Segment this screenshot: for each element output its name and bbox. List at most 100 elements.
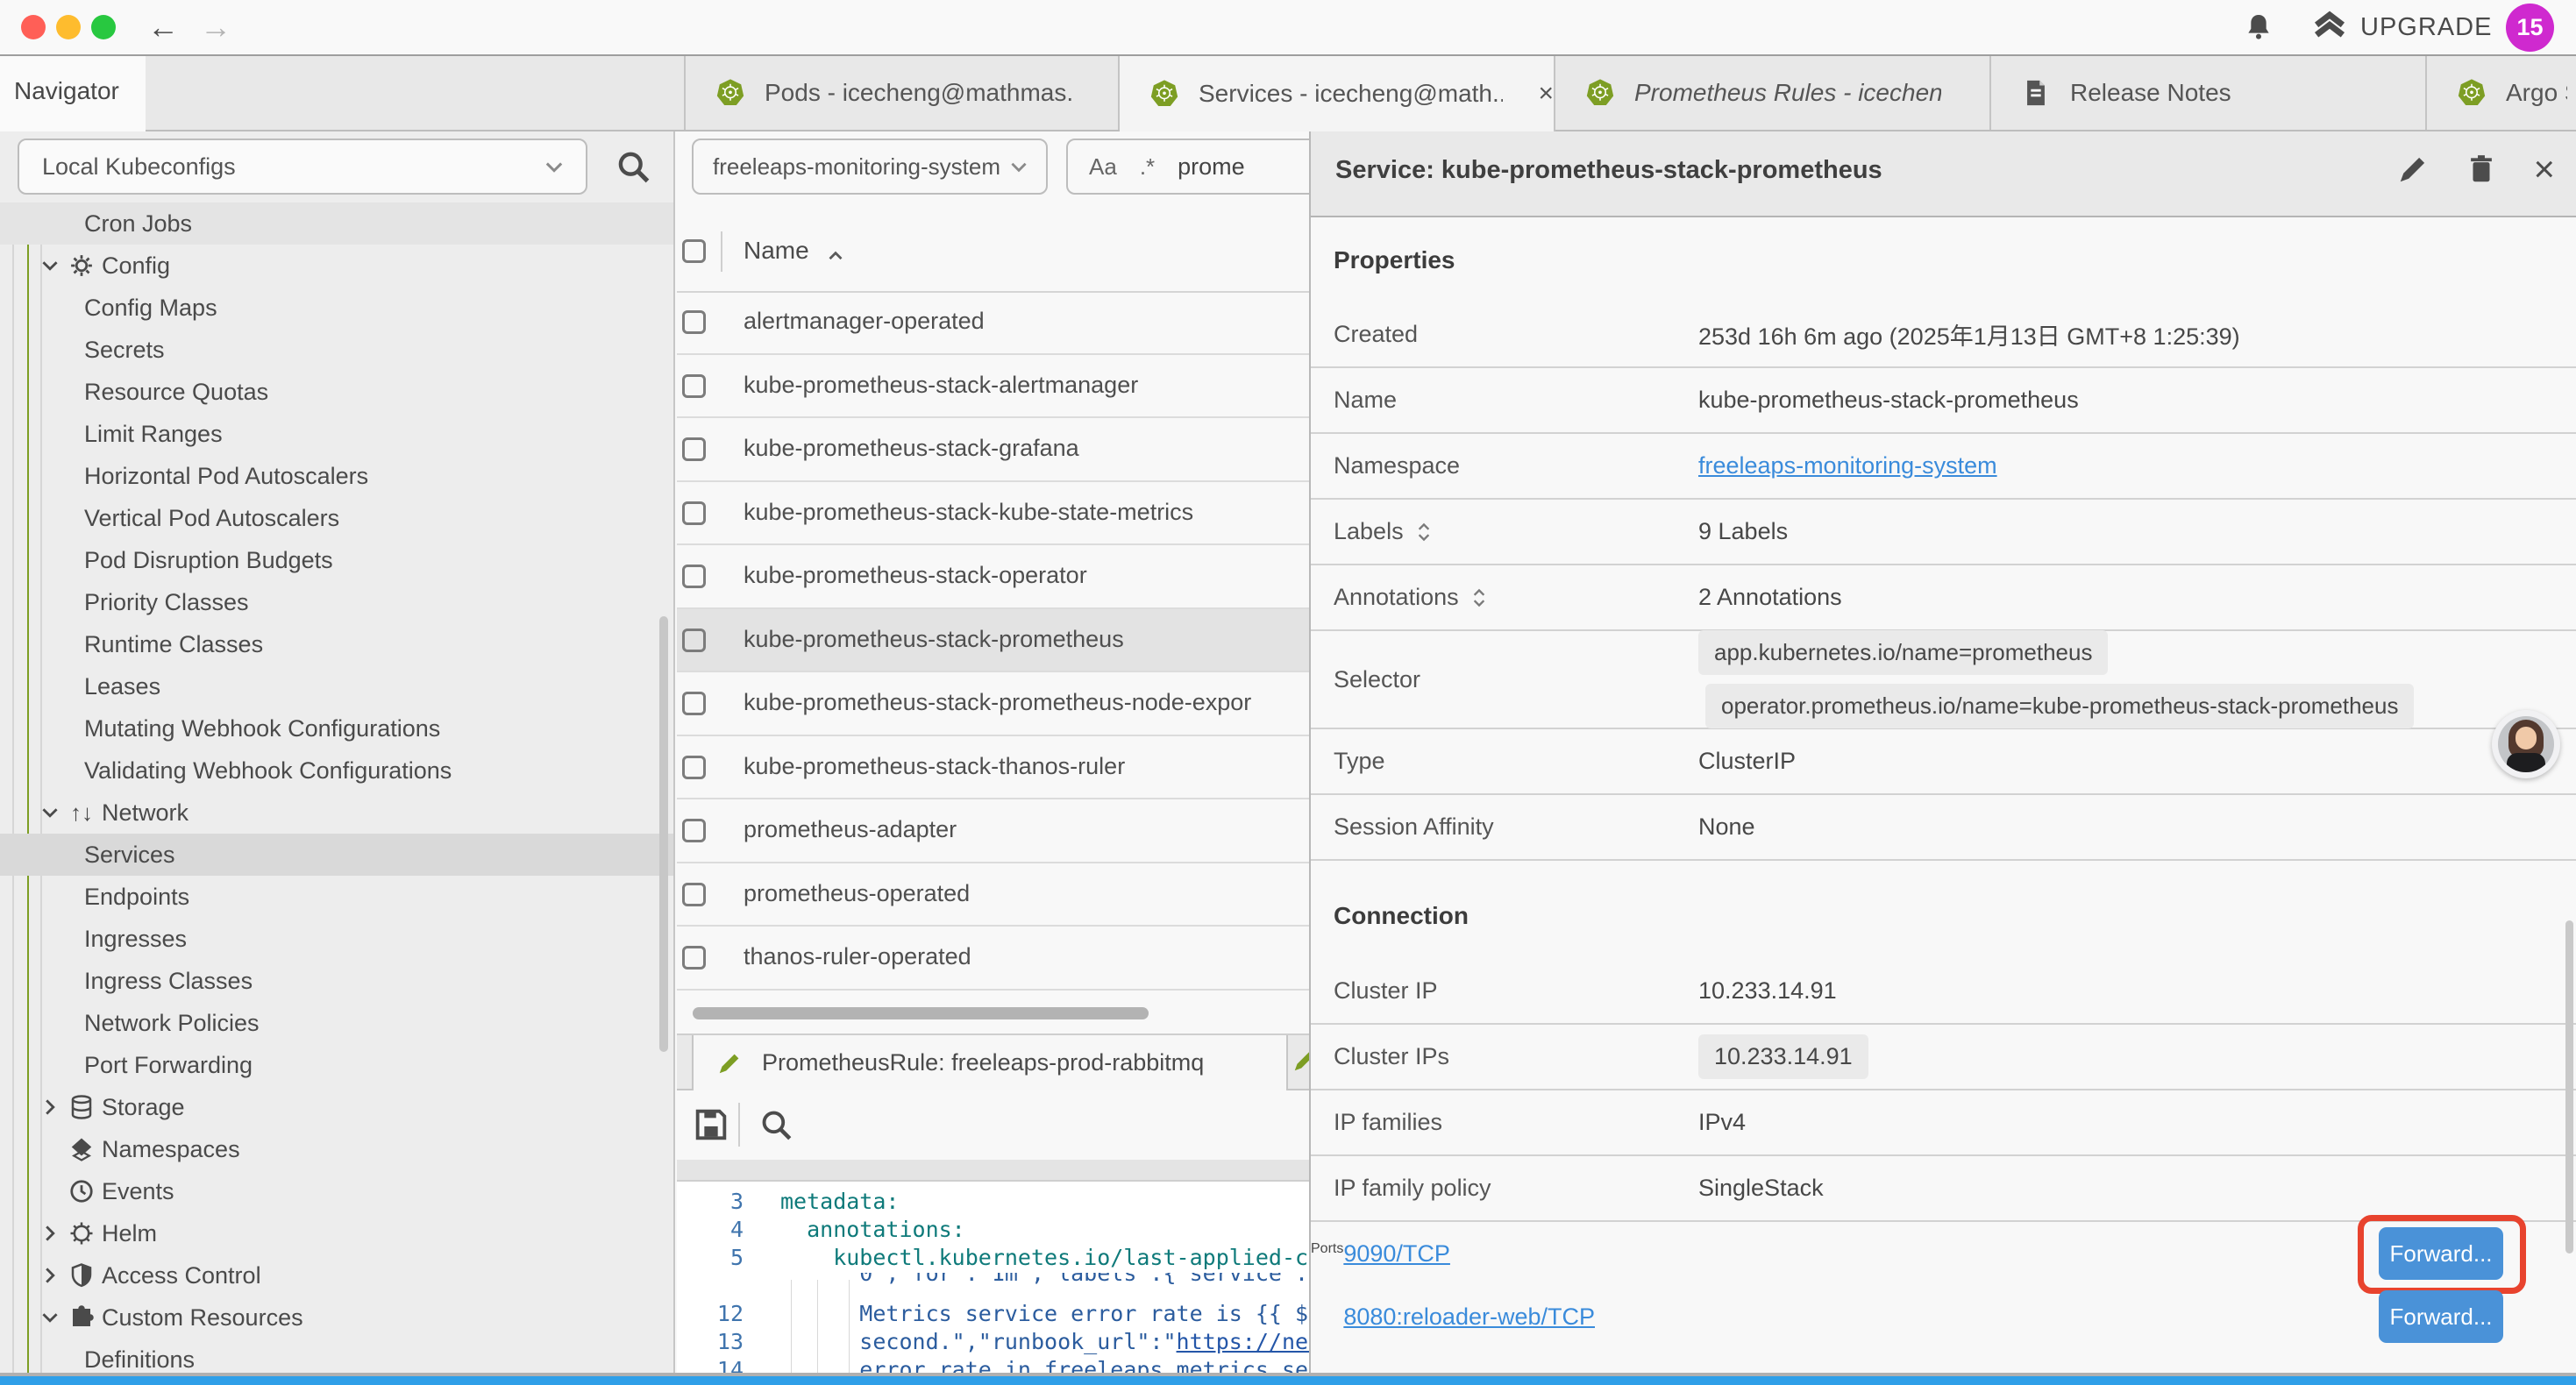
detail-value-namespace[interactable]: freeleaps-monitoring-system	[1698, 452, 1997, 479]
table-row-thanos-ruler-operated[interactable]: thanos-ruler-operated	[677, 927, 1309, 991]
maximize-window-button[interactable]	[91, 15, 116, 39]
sidebar-item-access-control[interactable]: Access Control	[0, 1254, 673, 1296]
sidebar-scrollbar[interactable]	[659, 616, 668, 1052]
sidebar-item-custom-resources[interactable]: Custom Resources	[0, 1296, 673, 1339]
sort-asc-icon[interactable]	[824, 245, 847, 268]
editor-search-icon[interactable]	[758, 1106, 794, 1143]
sidebar-item-horizontal-pod-autoscalers[interactable]: Horizontal Pod Autoscalers	[0, 455, 673, 497]
tab-release-notes[interactable]: Release Notes	[1991, 56, 2427, 130]
row-checkbox[interactable]	[682, 756, 706, 779]
sidebar-item-pod-disruption-budgets[interactable]: Pod Disruption Budgets	[0, 539, 673, 581]
close-tab-icon[interactable]: ×	[1538, 79, 1554, 109]
chevron-down-icon[interactable]	[39, 801, 61, 824]
name-column-header[interactable]: Name	[744, 237, 809, 265]
table-row-kube-prometheus-stack-thanos-ruler[interactable]: kube-prometheus-stack-thanos-ruler	[677, 736, 1309, 800]
sidebar-item-config-maps[interactable]: Config Maps	[0, 287, 673, 329]
chevron-down-icon[interactable]	[39, 254, 61, 277]
row-checkbox[interactable]	[682, 819, 706, 842]
editor-tab-next-sliver[interactable]	[1292, 1048, 1309, 1077]
row-checkbox[interactable]	[682, 437, 706, 461]
editor-line: 12 Metrics service error rate is {{ $va	[677, 1301, 1309, 1329]
yaml-editor[interactable]: 3metadata:4 annotations:5 kubectl.kubern…	[677, 1182, 1309, 1380]
editor-tab-prometheusrule[interactable]: PrometheusRule: freeleaps-prod-rabbitmq	[692, 1035, 1288, 1090]
chevron-down-icon[interactable]	[39, 1306, 61, 1329]
chevron-right-icon[interactable]	[39, 1096, 61, 1119]
close-window-button[interactable]	[21, 15, 46, 39]
sidebar-item-mutating-webhook-configurations[interactable]: Mutating Webhook Configurations	[0, 707, 673, 749]
sidebar-item-services[interactable]: Services	[0, 834, 673, 876]
table-row-kube-prometheus-stack-grafana[interactable]: kube-prometheus-stack-grafana	[677, 418, 1309, 482]
sidebar-item-ingress-classes[interactable]: Ingress Classes	[0, 960, 673, 1002]
sidebar-item-limit-ranges[interactable]: Limit Ranges	[0, 413, 673, 455]
table-row-kube-prometheus-stack-prometheus-node-ex[interactable]: kube-prometheus-stack-prometheus-node-ex…	[677, 672, 1309, 736]
upgrade-button[interactable]: UPGRADE	[2311, 9, 2492, 46]
sidebar-item-resource-quotas[interactable]: Resource Quotas	[0, 371, 673, 413]
table-horizontal-scrollbar[interactable]	[693, 1007, 1149, 1019]
sidebar-search-icon[interactable]	[614, 147, 652, 186]
sidebar-item-ingresses[interactable]: Ingresses	[0, 918, 673, 960]
tab-prometheus-rules-icecheng[interactable]: Prometheus Rules - icecheng...	[1555, 56, 1991, 130]
sidebar-item-network[interactable]: ↑↓Network	[0, 792, 673, 834]
table-row-prometheus-adapter[interactable]: prometheus-adapter	[677, 799, 1309, 863]
sort-toggle-icon[interactable]	[1416, 519, 1432, 545]
chevron-right-icon[interactable]	[39, 1222, 61, 1245]
kubeconfig-select[interactable]: Local Kubeconfigs	[18, 138, 587, 195]
regex-toggle[interactable]: .*	[1140, 153, 1155, 181]
row-checkbox[interactable]	[682, 883, 706, 906]
sidebar-item-storage[interactable]: Storage	[0, 1086, 673, 1128]
sidebar-item-leases[interactable]: Leases	[0, 665, 673, 707]
row-checkbox[interactable]	[682, 565, 706, 588]
sidebar-item-vertical-pod-autoscalers[interactable]: Vertical Pod Autoscalers	[0, 497, 673, 539]
table-row-alertmanager-operated[interactable]: alertmanager-operated	[677, 291, 1309, 355]
chevron-right-icon[interactable]	[39, 1264, 61, 1287]
close-icon[interactable]: ×	[2533, 153, 2555, 186]
detail-scrollbar[interactable]	[2565, 920, 2573, 1254]
row-checkbox[interactable]	[682, 374, 706, 398]
table-row-prometheus-operated[interactable]: prometheus-operated	[677, 863, 1309, 927]
namespace-filter-select[interactable]: freeleaps-monitoring-system	[692, 138, 1048, 195]
sidebar-item-endpoints[interactable]: Endpoints	[0, 876, 673, 918]
forward-icon[interactable]: →	[200, 9, 231, 46]
row-checkbox[interactable]	[682, 501, 706, 525]
sidebar-item-network-policies[interactable]: Network Policies	[0, 1002, 673, 1044]
sort-toggle-icon[interactable]	[1471, 585, 1487, 611]
sidebar-item-cron-jobs[interactable]: Cron Jobs	[0, 202, 673, 245]
sidebar-item-priority-classes[interactable]: Priority Classes	[0, 581, 673, 623]
notification-count-badge[interactable]: 15	[2506, 4, 2554, 52]
sidebar-item-port-forwarding[interactable]: Port Forwarding	[0, 1044, 673, 1086]
sidebar-item-events[interactable]: Events	[0, 1170, 673, 1212]
back-icon[interactable]: ←	[147, 9, 179, 46]
port-link-8080-reloader-web-tcp[interactable]: 8080:reloader-web/TCP	[1343, 1303, 1595, 1331]
row-checkbox[interactable]	[682, 629, 706, 652]
row-checkbox[interactable]	[682, 310, 706, 334]
forward-button[interactable]: Forward...	[2379, 1290, 2503, 1343]
tab-pods-icecheng-mathmas[interactable]: Pods - icecheng@mathmas...	[684, 56, 1120, 130]
sidebar-item-validating-webhook-configurations[interactable]: Validating Webhook Configurations	[0, 749, 673, 792]
edit-pencil-icon[interactable]	[2396, 153, 2430, 186]
editor-separator	[677, 1160, 1309, 1182]
table-row-kube-prometheus-stack-operator[interactable]: kube-prometheus-stack-operator	[677, 545, 1309, 609]
sidebar-item-helm[interactable]: Helm	[0, 1212, 673, 1254]
minimize-window-button[interactable]	[56, 15, 81, 39]
row-checkbox[interactable]	[682, 692, 706, 715]
avatar[interactable]	[2492, 710, 2560, 778]
sidebar-item-runtime-classes[interactable]: Runtime Classes	[0, 623, 673, 665]
port-link-9090-tcp[interactable]: 9090/TCP	[1343, 1240, 1450, 1268]
table-row-kube-prometheus-stack-kube-state-metrics[interactable]: kube-prometheus-stack-kube-state-metrics	[677, 482, 1309, 546]
sidebar-item-config[interactable]: Config	[0, 245, 673, 287]
select-all-checkbox[interactable]	[682, 239, 706, 263]
delete-trash-icon[interactable]	[2465, 153, 2498, 186]
name-search-input[interactable]: Aa .* prome	[1066, 138, 1309, 195]
notifications-bell-icon[interactable]	[2241, 11, 2276, 46]
table-row-kube-prometheus-stack-prometheus[interactable]: kube-prometheus-stack-prometheus	[677, 609, 1309, 673]
save-icon[interactable]	[691, 1104, 731, 1145]
tab-services-icecheng-math[interactable]: Services - icecheng@math...×	[1120, 56, 1555, 131]
sidebar-item-namespaces[interactable]: Namespaces	[0, 1128, 673, 1170]
match-case-toggle[interactable]: Aa	[1089, 153, 1117, 181]
sidebar-item-secrets[interactable]: Secrets	[0, 329, 673, 371]
row-checkbox[interactable]	[682, 946, 706, 970]
tab-argo-se[interactable]: Argo Se	[2427, 56, 2567, 130]
table-row-kube-prometheus-stack-alertmanager[interactable]: kube-prometheus-stack-alertmanager	[677, 355, 1309, 419]
navigator-tab[interactable]: Navigator	[0, 56, 146, 131]
port-entry: 8080:reloader-web/TCP Forward...	[1343, 1285, 2576, 1348]
